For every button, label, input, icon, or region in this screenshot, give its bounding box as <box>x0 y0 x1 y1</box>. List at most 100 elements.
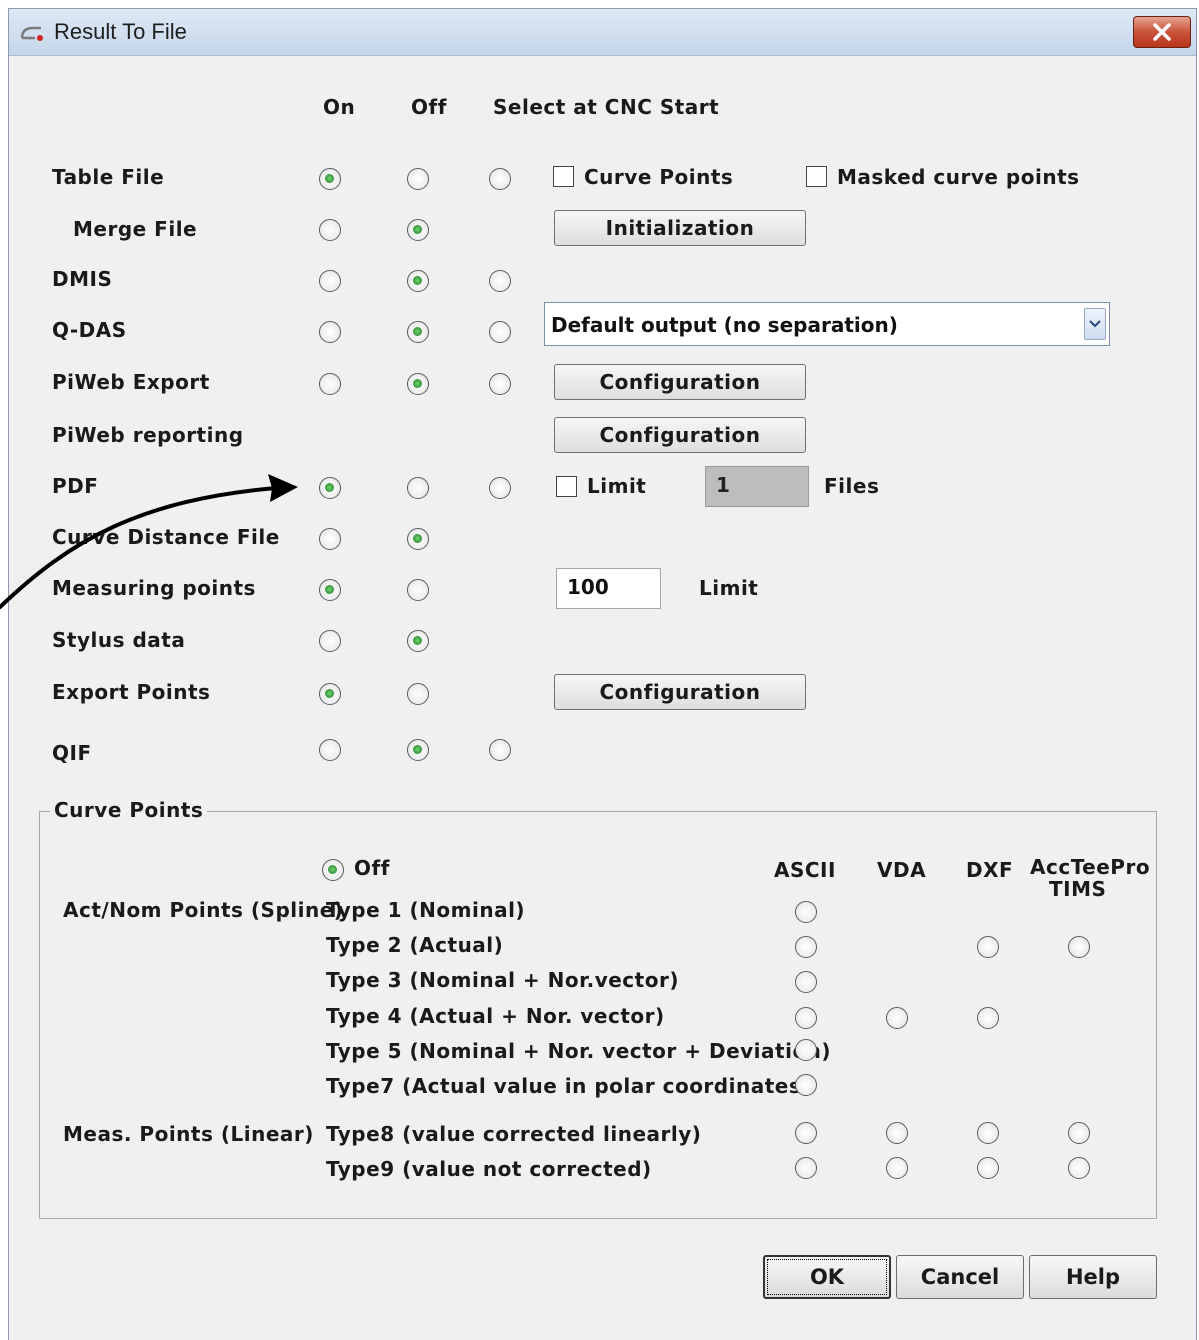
app-icon <box>20 26 43 41</box>
export-points-on-radio[interactable] <box>319 683 341 705</box>
pdf-limit-label: Limit <box>587 474 647 498</box>
piweb-export-on-radio[interactable] <box>319 373 341 395</box>
column-dxf-header: DXF <box>966 858 1014 882</box>
stylus-data-on-radio[interactable] <box>319 630 341 652</box>
row-label-export-points: Export Points <box>52 680 211 704</box>
column-select-header: Select at CNC Start <box>493 95 720 119</box>
qif-on-radio[interactable] <box>319 739 341 761</box>
cancel-button[interactable]: Cancel <box>896 1255 1024 1299</box>
close-icon <box>1153 23 1171 41</box>
curve-points-group-title: Curve Points <box>50 798 208 822</box>
masked-curve-points-checkbox[interactable] <box>806 166 827 187</box>
row-label-qif: QIF <box>52 741 92 765</box>
table-file-off-radio[interactable] <box>407 168 429 190</box>
curve-distance-on-radio[interactable] <box>319 528 341 550</box>
curve-points-checkbox[interactable] <box>553 166 574 187</box>
title-bar[interactable]: Result To File <box>9 9 1196 56</box>
column-on-header: On <box>323 95 356 119</box>
curve-points-checkbox-label: Curve Points <box>584 165 734 189</box>
type4-ascii-radio[interactable] <box>795 1007 817 1029</box>
piweb-export-configuration-button[interactable]: Configuration <box>554 364 806 400</box>
type3-ascii-radio[interactable] <box>795 971 817 993</box>
column-acctee-header: AccTeePro <box>1030 855 1151 879</box>
type5-ascii-radio[interactable] <box>795 1039 817 1061</box>
pdf-limit-checkbox[interactable] <box>556 476 577 497</box>
row-label-merge-file: Merge File <box>73 217 198 241</box>
qdas-off-radio[interactable] <box>407 321 429 343</box>
curve-points-off-label: Off <box>354 856 390 880</box>
pdf-off-radio[interactable] <box>407 477 429 499</box>
export-points-off-radio[interactable] <box>407 683 429 705</box>
piweb-export-off-radio[interactable] <box>407 373 429 395</box>
type8-vda-radio[interactable] <box>886 1122 908 1144</box>
type5-label: Type 5 (Nominal + Nor. vector + Deviatio… <box>326 1039 832 1063</box>
actnom-points-label: Act/Nom Points (Spline) <box>63 898 344 922</box>
type2-dxf-radio[interactable] <box>977 936 999 958</box>
qdas-output-dropdown[interactable]: Default output (no separation) <box>544 302 1110 346</box>
curve-points-off-radio[interactable] <box>322 859 344 881</box>
table-file-on-radio[interactable] <box>319 168 341 190</box>
type4-vda-radio[interactable] <box>886 1007 908 1029</box>
type2-ascii-radio[interactable] <box>795 936 817 958</box>
pdf-on-radio[interactable] <box>319 477 341 499</box>
ok-button[interactable]: OK <box>763 1255 891 1299</box>
row-label-measuring-points: Measuring points <box>52 576 256 600</box>
row-label-piweb-export: PiWeb Export <box>52 370 210 394</box>
initialization-button[interactable]: Initialization <box>554 210 806 246</box>
type9-acctee-radio[interactable] <box>1068 1157 1090 1179</box>
measuring-points-on-radio[interactable] <box>319 579 341 601</box>
qdas-select-radio[interactable] <box>489 321 511 343</box>
type9-dxf-radio[interactable] <box>977 1157 999 1179</box>
stylus-data-off-radio[interactable] <box>407 630 429 652</box>
dmis-off-radio[interactable] <box>407 270 429 292</box>
merge-file-off-radio[interactable] <box>407 219 429 241</box>
type1-label: Type 1 (Nominal) <box>326 898 526 922</box>
qif-off-radio[interactable] <box>407 739 429 761</box>
qif-select-radio[interactable] <box>489 739 511 761</box>
qdas-output-value: Default output (no separation) <box>551 313 898 337</box>
type3-label: Type 3 (Nominal + Nor.vector) <box>326 968 679 992</box>
column-ascii-header: ASCII <box>774 858 836 882</box>
type9-label: Type9 (value not corrected) <box>326 1157 652 1181</box>
masked-curve-points-label: Masked curve points <box>837 165 1080 189</box>
row-label-dmis: DMIS <box>52 267 113 291</box>
help-button[interactable]: Help <box>1029 1255 1157 1299</box>
qdas-on-radio[interactable] <box>319 321 341 343</box>
measuring-points-off-radio[interactable] <box>407 579 429 601</box>
type8-dxf-radio[interactable] <box>977 1122 999 1144</box>
type4-dxf-radio[interactable] <box>977 1007 999 1029</box>
row-label-pdf: PDF <box>52 474 99 498</box>
pdf-file-limit-input[interactable]: 1 <box>705 466 809 507</box>
table-file-select-radio[interactable] <box>489 168 511 190</box>
chevron-down-icon[interactable] <box>1084 308 1106 340</box>
window-title: Result To File <box>54 19 187 44</box>
type9-ascii-radio[interactable] <box>795 1157 817 1179</box>
export-points-configuration-button[interactable]: Configuration <box>554 674 806 710</box>
piweb-export-select-radio[interactable] <box>489 373 511 395</box>
type2-acctee-radio[interactable] <box>1068 936 1090 958</box>
type9-vda-radio[interactable] <box>886 1157 908 1179</box>
type8-acctee-radio[interactable] <box>1068 1122 1090 1144</box>
merge-file-on-radio[interactable] <box>319 219 341 241</box>
type8-ascii-radio[interactable] <box>795 1122 817 1144</box>
row-label-qdas: Q-DAS <box>52 318 127 342</box>
type7-label: Type7 (Actual value in polar coordinates… <box>326 1074 811 1098</box>
column-off-header: Off <box>411 95 447 119</box>
measuring-points-limit-input[interactable]: 100 <box>556 568 661 609</box>
column-vda-header: VDA <box>877 858 927 882</box>
piweb-reporting-configuration-button[interactable]: Configuration <box>554 417 806 453</box>
row-label-table-file: Table File <box>52 165 165 189</box>
row-label-stylus-data: Stylus data <box>52 628 186 652</box>
dmis-on-radio[interactable] <box>319 270 341 292</box>
meas-points-label: Meas. Points (Linear) <box>63 1122 314 1146</box>
dmis-select-radio[interactable] <box>489 270 511 292</box>
column-tims-header: TIMS <box>1049 877 1107 901</box>
pdf-files-label: Files <box>824 474 880 498</box>
type7-ascii-radio[interactable] <box>795 1074 817 1096</box>
curve-distance-off-radio[interactable] <box>407 528 429 550</box>
row-label-curve-distance-file: Curve Distance File <box>52 525 280 549</box>
pdf-select-radio[interactable] <box>489 477 511 499</box>
close-button[interactable] <box>1133 16 1191 48</box>
row-label-piweb-reporting: PiWeb reporting <box>52 423 244 447</box>
type1-ascii-radio[interactable] <box>795 901 817 923</box>
